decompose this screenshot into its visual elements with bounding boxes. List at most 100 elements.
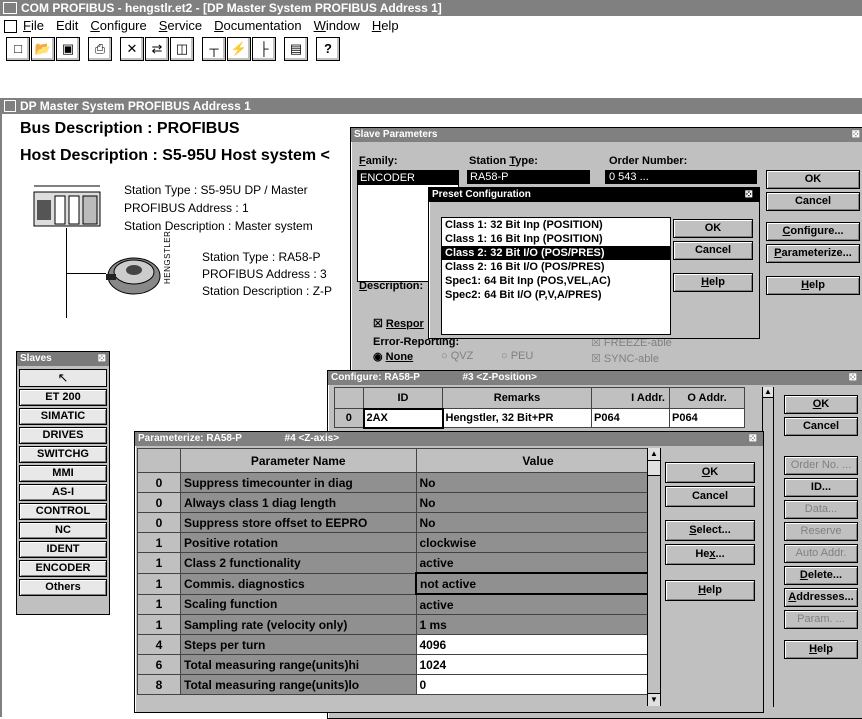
parameter-row[interactable]: 0 Suppress timecounter in diag No (137, 472, 661, 493)
slave-family-ident[interactable]: IDENT (19, 541, 107, 558)
parameter-row[interactable]: 1 Class 2 functionality active (137, 552, 661, 574)
slave-family-et200[interactable]: ET 200 (19, 389, 107, 406)
family-selected-item[interactable]: ENCODER (358, 171, 458, 185)
preset-list[interactable]: Class 1: 32 Bit Inp (POSITION) Class 1: … (441, 217, 671, 335)
preset-close-icon[interactable]: ⊠ (745, 188, 753, 202)
parameterize-close-icon[interactable]: ⊠ (749, 432, 757, 446)
configure-cell-remarks[interactable]: Hengstler, 32 Bit+PR (442, 408, 592, 428)
parameterize-help-button[interactable]: Help (665, 580, 755, 601)
parameter-row[interactable]: 8 Total measuring range(units)lo 0 (137, 674, 661, 695)
configure-param-button[interactable]: Param. ... (784, 610, 858, 629)
parameter-row[interactable]: 1 Scaling function active (137, 593, 661, 615)
parameter-value[interactable]: 1 ms (415, 614, 661, 635)
preset-item[interactable]: Spec2: 64 Bit I/O (P,V,A/PRES) (442, 288, 670, 302)
parameter-value-focused[interactable]: not active (415, 572, 661, 595)
print-icon[interactable]: ⎙ (88, 37, 112, 61)
menu-file[interactable]: File (23, 18, 44, 33)
encoder-icon[interactable] (100, 250, 170, 300)
configure-cancel-button[interactable]: Cancel (784, 417, 858, 436)
qvz-radio[interactable]: ○ QVZ (441, 350, 473, 362)
network-icon[interactable]: ┬ (202, 37, 226, 61)
configure-cell-id[interactable]: 2AX (362, 407, 444, 429)
menu-service[interactable]: Service (159, 18, 202, 33)
parameter-value[interactable]: No (415, 512, 661, 533)
parameterize-hex-button[interactable]: Hex... (665, 544, 755, 565)
slave-family-encoder[interactable]: ENCODER (19, 560, 107, 577)
parameter-row[interactable]: 1 Positive rotation clockwise (137, 532, 661, 553)
parameter-scroll-thumb[interactable] (648, 461, 660, 476)
paste-icon[interactable]: ◫ (170, 37, 194, 61)
parameter-name[interactable]: Scaling function (180, 593, 417, 615)
slave-parameterize-button[interactable]: Parameterize... (766, 244, 860, 263)
open-icon[interactable]: 📂 (31, 37, 55, 61)
sync-checkbox[interactable]: ☒ SYNC-able (591, 352, 659, 365)
doc-menu-icon[interactable] (4, 20, 17, 34)
configure-cell-o-addr[interactable]: P064 (669, 408, 745, 428)
slave-family-drives[interactable]: DRIVES (19, 427, 107, 444)
parameterize-select-button[interactable]: Select... (665, 520, 755, 541)
slave-family-as-i[interactable]: AS-I (19, 484, 107, 501)
preset-cancel-button[interactable]: Cancel (673, 241, 753, 260)
peu-radio[interactable]: ○ PEU (501, 350, 533, 362)
configure-addresses-button[interactable]: Addresses... (784, 588, 858, 607)
preset-item-selected[interactable]: Class 2: 32 Bit I/O (POS/PRES) (442, 246, 670, 260)
slave-family-nc[interactable]: NC (19, 522, 107, 539)
parameter-name[interactable]: Suppress timecounter in diag (180, 472, 417, 493)
parameter-value[interactable]: No (415, 472, 661, 493)
station-type-field[interactable]: RA58-P (467, 170, 590, 184)
parameter-value[interactable]: active (415, 593, 661, 615)
cut-icon[interactable]: ✕ (120, 37, 144, 61)
parameter-row[interactable]: 0 Always class 1 diag length No (137, 492, 661, 513)
parameter-row[interactable]: 6 Total measuring range(units)hi 1024 (137, 654, 661, 675)
slave-ok-button[interactable]: OK (766, 170, 860, 189)
parameter-value[interactable]: active (415, 552, 661, 574)
parameter-name[interactable]: Commis. diagnostics (180, 572, 417, 595)
response-checkbox[interactable]: ☒ Respor (373, 317, 424, 330)
preset-item[interactable]: Class 2: 16 Bit I/O (POS/PRES) (442, 260, 670, 274)
parameter-name[interactable]: Total measuring range(units)lo (180, 674, 417, 695)
parameter-name[interactable]: Positive rotation (180, 532, 417, 553)
none-radio[interactable]: ◉ None (373, 350, 413, 363)
configure-auto-addr-button[interactable]: Auto Addr. (784, 544, 858, 563)
parameter-name[interactable]: Always class 1 diag length (180, 492, 417, 513)
configure-delete-button[interactable]: Delete... (784, 566, 858, 585)
preset-item[interactable]: Spec1: 64 Bit Inp (POS,VEL,AC) (442, 274, 670, 288)
slave-configure-button[interactable]: Configure... (766, 222, 860, 241)
parameter-name[interactable]: Class 2 functionality (180, 552, 417, 574)
station-icon[interactable]: ▤ (284, 37, 308, 61)
preset-item[interactable]: Class 1: 16 Bit Inp (POSITION) (442, 232, 670, 246)
preset-item[interactable]: Class 1: 32 Bit Inp (POSITION) (442, 218, 670, 232)
parameter-name[interactable]: Steps per turn (180, 634, 417, 655)
configure-scroll-up[interactable]: ▲ (763, 387, 773, 398)
app-icon[interactable] (3, 2, 17, 14)
configure-help-button[interactable]: Help (784, 640, 858, 659)
slave-family-mmi[interactable]: MMI (19, 465, 107, 482)
help-icon[interactable]: ? (316, 37, 340, 61)
parameter-scroll-down-icon[interactable]: ▼ (648, 693, 660, 706)
configure-reserve-button[interactable]: Reserve (784, 522, 858, 541)
copy-icon[interactable]: ⇄ (145, 37, 169, 61)
parameterize-ok-button[interactable]: OK (665, 462, 755, 483)
tree-icon[interactable]: ├ (252, 37, 276, 61)
parameter-value[interactable]: 1024 (415, 654, 661, 675)
master-plc-icon[interactable] (33, 182, 101, 228)
parameter-row[interactable]: 1 Sampling rate (velocity only) 1 ms (137, 614, 661, 635)
preset-help-button[interactable]: Help (673, 273, 753, 292)
parameterize-cancel-button[interactable]: Cancel (665, 486, 755, 507)
parameter-row[interactable]: 4 Steps per turn 4096 (137, 634, 661, 655)
menu-help[interactable]: Help (372, 18, 399, 33)
save-icon[interactable]: ▣ (56, 37, 80, 61)
child-window-icon[interactable] (4, 100, 16, 112)
lightning-icon[interactable]: ⚡ (227, 37, 251, 61)
preset-ok-button[interactable]: OK (673, 219, 753, 238)
configure-order-no-button[interactable]: Order No. ... (784, 456, 858, 475)
slave-family-switchg[interactable]: SWITCHG (19, 446, 107, 463)
new-icon[interactable]: □ (6, 37, 30, 61)
parameter-row[interactable]: 1 Commis. diagnostics not active (137, 572, 661, 595)
menu-window[interactable]: Window (314, 18, 360, 33)
slave-help-button[interactable]: Help (766, 276, 860, 295)
slave-cancel-button[interactable]: Cancel (766, 192, 860, 211)
menu-configure[interactable]: Configure (90, 18, 146, 33)
parameter-name[interactable]: Sampling rate (velocity only) (180, 614, 417, 635)
parameter-value[interactable]: 0 (415, 674, 661, 695)
